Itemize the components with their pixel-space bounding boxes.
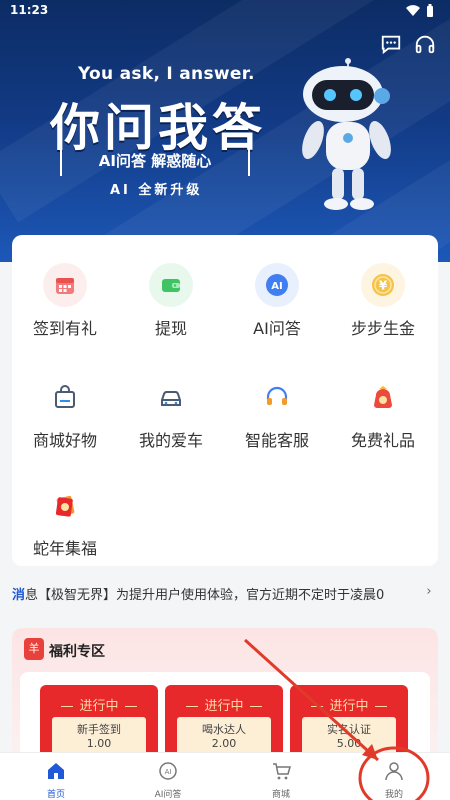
menu-label: 步步生金: [350, 319, 415, 338]
gift-bag-icon: [361, 375, 405, 419]
svg-text:¥: ¥: [379, 279, 388, 293]
robot-illustration: [302, 58, 391, 210]
task-body: 新手签到 1.00: [52, 717, 146, 757]
calendar-icon: [43, 263, 87, 307]
menu-item-gift[interactable]: 免费礼品: [330, 375, 436, 451]
task-points: 5.00: [336, 737, 362, 750]
task-name: 实名认证: [327, 723, 371, 736]
status-bar: 11:23: [0, 0, 450, 22]
tab-ai[interactable]: AI AI问答: [112, 753, 224, 800]
task-name: 新手签到: [77, 723, 121, 736]
hero-subtitle-2: AI 全新升级: [110, 183, 203, 198]
wallet-icon: [149, 263, 193, 307]
tab-home[interactable]: 首页: [0, 753, 112, 800]
home-icon: [48, 763, 64, 779]
task-points: 2.00: [211, 737, 237, 750]
hero-subtitle: AI问答 解惑随心: [60, 146, 250, 176]
menu-label: 智能客服: [244, 431, 309, 450]
feature-card: 签到有礼 提现 AI AI问答 ¥ 步步生金 商城好物 我的爱车 智能客服 免费…: [12, 235, 438, 566]
hero-banner[interactable]: You ask, I answer. 你问我答 AI问答 解惑随心 AI 全新升…: [0, 0, 450, 262]
tab-label: 首页: [46, 790, 65, 800]
menu-label: 免费礼品: [350, 431, 415, 450]
fortune-card-icon: [43, 483, 87, 527]
menu-label: 签到有礼: [32, 319, 97, 338]
shopping-bag-icon: [43, 375, 87, 419]
tab-mine[interactable]: 我的: [338, 753, 450, 800]
menu-item-fortune[interactable]: 蛇年集福: [12, 483, 118, 559]
welfare-section: 羊 福利专区 进行中 新手签到 1.00 进行中 喝水达人 2.00 进行中 实…: [12, 628, 438, 765]
status-time: 11:23: [10, 3, 49, 17]
hero-tagline-en: You ask, I answer.: [78, 64, 255, 84]
notice-prefix-rest: 息: [25, 588, 39, 603]
menu-item-ai[interactable]: AI AI问答: [224, 263, 330, 339]
menu-label: 我的爱车: [138, 431, 203, 450]
task-body: 喝水达人 2.00: [177, 717, 271, 757]
headphones-icon[interactable]: [414, 33, 436, 55]
ai-chat-icon: AI: [159, 762, 177, 780]
menu-item-car[interactable]: 我的爱车: [118, 375, 224, 451]
menu-item-steps[interactable]: ¥ 步步生金: [330, 263, 436, 339]
menu-item-checkin[interactable]: 签到有礼: [12, 263, 118, 339]
hero-actions: [380, 33, 436, 55]
menu-label: 蛇年集福: [32, 539, 97, 558]
task-name: 喝水达人: [202, 723, 246, 736]
menu-item-mall[interactable]: 商城好物: [12, 375, 118, 451]
task-status: 进行中: [40, 695, 158, 714]
welfare-logo-icon: 羊: [24, 638, 44, 660]
bottom-tab-bar: 首页 AI AI问答 商城 我的: [0, 752, 450, 800]
notice-bar[interactable]: 消息【极智无界】为提升用户使用体验，官方近期不定时于凌晨0 ›: [12, 584, 438, 608]
person-icon: [385, 762, 403, 781]
notice-prefix-blue: 消: [12, 588, 26, 603]
notice-text: 【极智无界】为提升用户使用体验，官方近期不定时于凌晨0: [38, 588, 385, 603]
welfare-title: 福利专区: [49, 644, 105, 660]
tab-label: 商城: [271, 790, 290, 800]
task-body: 实名认证 5.00: [302, 717, 396, 757]
menu-label: 商城好物: [32, 431, 97, 450]
task-status: 进行中: [165, 695, 283, 714]
task-status: 进行中: [290, 695, 408, 714]
tab-label: AI问答: [154, 790, 182, 800]
tab-label: 我的: [384, 790, 403, 800]
cart-icon: [273, 763, 291, 780]
svg-text:AI: AI: [271, 281, 282, 292]
task-points: 1.00: [86, 737, 112, 750]
message-icon[interactable]: [380, 33, 402, 55]
menu-label: AI问答: [253, 319, 301, 338]
headset-icon: [255, 375, 299, 419]
menu-item-withdraw[interactable]: 提现: [118, 263, 224, 339]
ai-icon: AI: [255, 263, 299, 307]
car-icon: [149, 375, 193, 419]
battery-icon: [427, 4, 433, 17]
wifi-icon: [406, 4, 420, 16]
chevron-right-icon[interactable]: ›: [420, 584, 438, 599]
menu-label: 提现: [154, 319, 187, 338]
coin-icon: ¥: [361, 263, 405, 307]
menu-item-service[interactable]: 智能客服: [224, 375, 330, 451]
status-icons: [406, 4, 434, 17]
svg-text:AI: AI: [165, 768, 172, 776]
tab-mall[interactable]: 商城: [225, 753, 337, 800]
